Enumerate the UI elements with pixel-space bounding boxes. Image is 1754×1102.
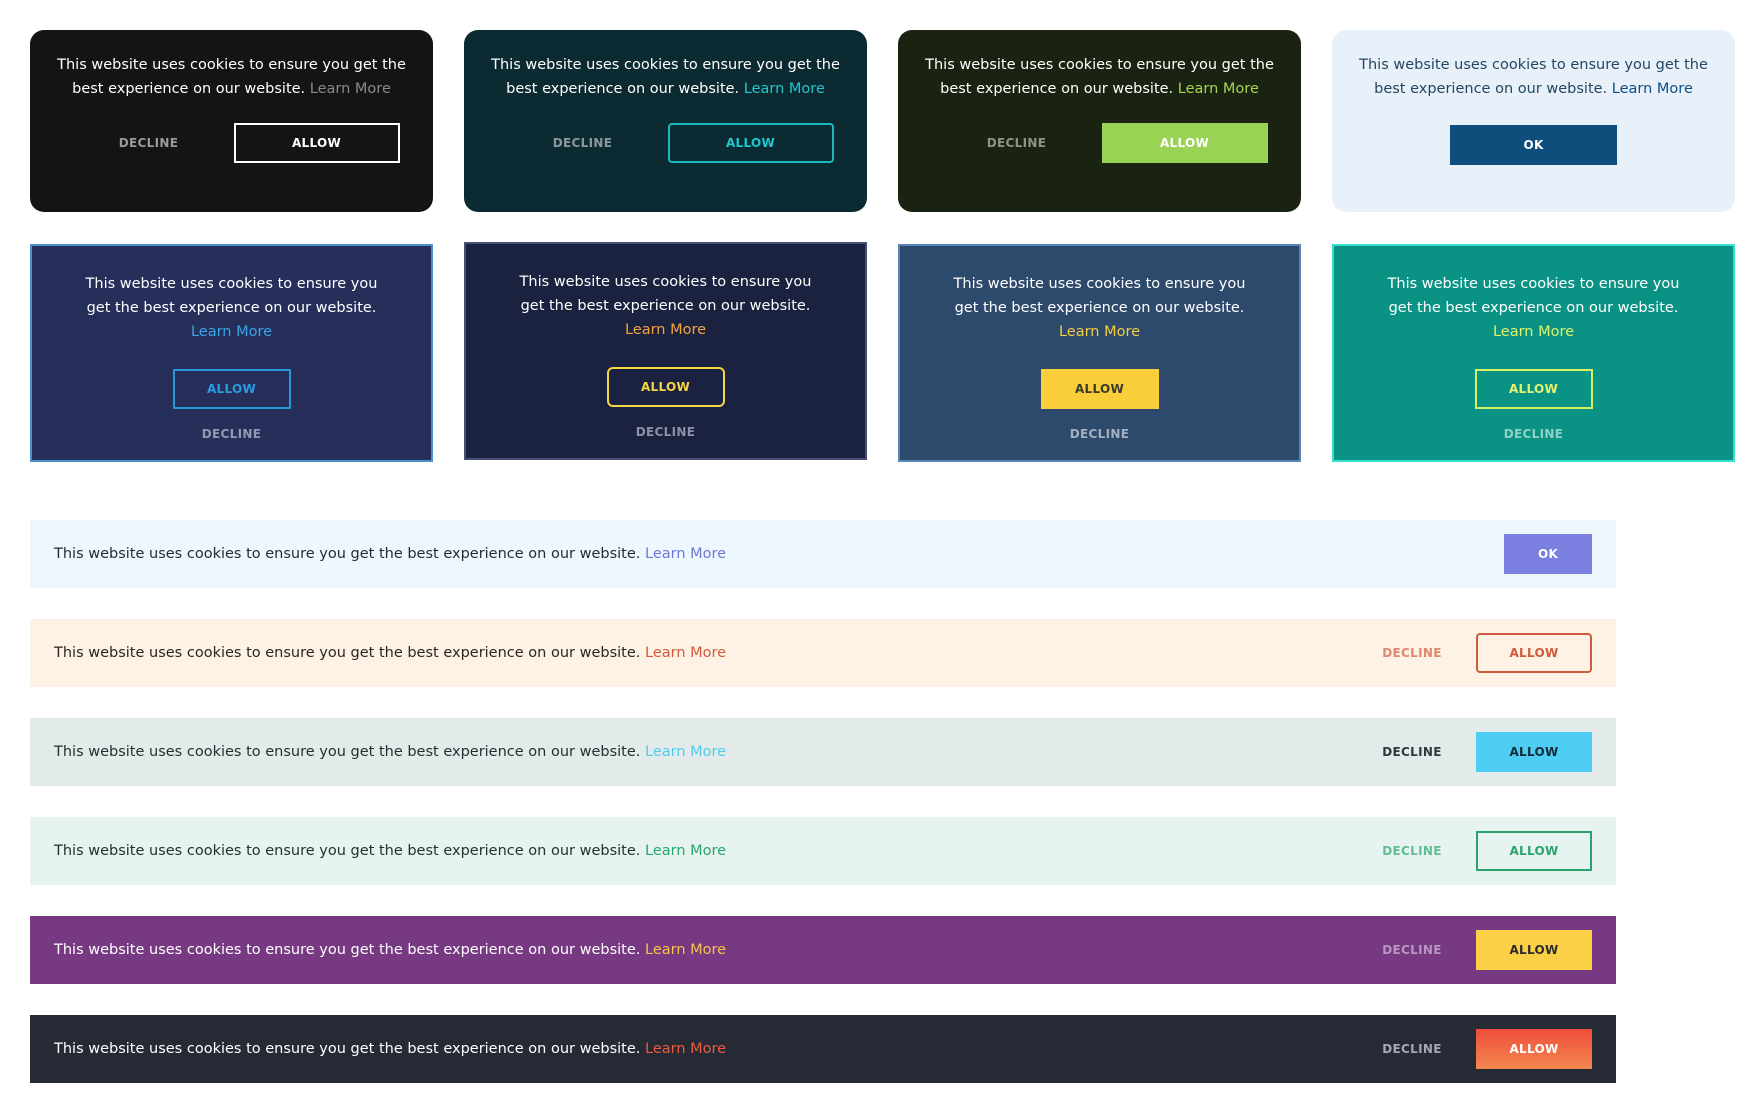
learn-more-link[interactable]: Learn More (1612, 81, 1693, 97)
decline-button[interactable]: DECLINE (1504, 426, 1563, 442)
cookie-banner-slate-blue: This website uses cookies to ensure you … (898, 244, 1301, 462)
cookie-banner-teal: This website uses cookies to ensure you … (1332, 244, 1735, 462)
cookie-message: This website uses cookies to ensure you … (54, 843, 727, 859)
allow-button[interactable]: ALLOW (233, 123, 400, 163)
allow-button[interactable]: ALLOW (1476, 732, 1592, 772)
allow-button[interactable]: ALLOW (1476, 633, 1592, 673)
learn-more-link[interactable]: Learn More (1493, 324, 1574, 340)
allow-button[interactable]: ALLOW (1101, 123, 1268, 163)
cookie-bar-mint: This website uses cookies to ensure you … (30, 817, 1616, 885)
learn-more-link[interactable]: Learn More (645, 744, 726, 760)
allow-button[interactable]: ALLOW (1476, 930, 1592, 970)
cookie-message: This website uses cookies to ensure you … (85, 276, 378, 340)
cookie-message: This website uses cookies to ensure you … (54, 645, 727, 661)
cookie-message: This website uses cookies to ensure you … (925, 57, 1274, 97)
allow-button[interactable]: ALLOW (667, 123, 834, 163)
cookie-bar-light-blue: This website uses cookies to ensure you … (30, 520, 1616, 588)
decline-button[interactable]: DECLINE (1070, 426, 1129, 442)
learn-more-link[interactable]: Learn More (310, 81, 391, 97)
decline-button[interactable]: DECLINE (1358, 1029, 1466, 1069)
allow-button[interactable]: ALLOW (172, 369, 291, 409)
cookie-message: This website uses cookies to ensure you … (57, 57, 406, 97)
learn-more-link[interactable]: Learn More (744, 81, 825, 97)
cookie-bar-gray: This website uses cookies to ensure you … (30, 718, 1616, 786)
decline-button[interactable]: DECLINE (1358, 831, 1466, 871)
cookie-bar-cream: This website uses cookies to ensure you … (30, 619, 1616, 687)
cookie-bar-purple: This website uses cookies to ensure you … (30, 916, 1616, 984)
cookie-message: This website uses cookies to ensure you … (54, 1041, 727, 1057)
cookie-banner-black: This website uses cookies to ensure you … (30, 30, 433, 212)
cookie-message: This website uses cookies to ensure you … (54, 744, 727, 760)
decline-button[interactable]: DECLINE (498, 123, 668, 163)
decline-button[interactable]: DECLINE (636, 424, 695, 440)
cookie-banner-dark-teal: This website uses cookies to ensure you … (464, 30, 867, 212)
ok-button[interactable]: OK (1450, 125, 1617, 165)
learn-more-link[interactable]: Learn More (645, 843, 726, 859)
cookie-bar-charcoal: This website uses cookies to ensure you … (30, 1015, 1616, 1083)
allow-button[interactable]: ALLOW (1476, 1029, 1592, 1069)
cookie-message: This website uses cookies to ensure you … (1359, 57, 1708, 97)
ok-button[interactable]: OK (1504, 534, 1592, 574)
learn-more-link[interactable]: Learn More (625, 322, 706, 338)
cookie-message: This website uses cookies to ensure you … (519, 274, 812, 338)
learn-more-link[interactable]: Learn More (1178, 81, 1259, 97)
cookie-message: This website uses cookies to ensure you … (953, 276, 1246, 340)
decline-button[interactable]: DECLINE (1358, 930, 1466, 970)
learn-more-link[interactable]: Learn More (645, 546, 726, 562)
cookie-banner-dark-green: This website uses cookies to ensure you … (898, 30, 1301, 212)
cookie-banner-navy: This website uses cookies to ensure you … (464, 242, 867, 460)
cookie-message: This website uses cookies to ensure you … (1387, 276, 1680, 340)
cookie-message: This website uses cookies to ensure you … (491, 57, 840, 97)
cookie-message: This website uses cookies to ensure you … (54, 546, 727, 562)
decline-button[interactable]: DECLINE (1358, 732, 1466, 772)
decline-button[interactable]: DECLINE (64, 123, 234, 163)
decline-button[interactable]: DECLINE (1358, 633, 1466, 673)
decline-button[interactable]: DECLINE (202, 426, 261, 442)
learn-more-link[interactable]: Learn More (645, 1041, 726, 1057)
learn-more-link[interactable]: Learn More (191, 324, 272, 340)
allow-button[interactable]: ALLOW (1476, 831, 1592, 871)
allow-button[interactable]: ALLOW (1474, 369, 1593, 409)
learn-more-link[interactable]: Learn More (645, 645, 726, 661)
learn-more-link[interactable]: Learn More (645, 942, 726, 958)
allow-button[interactable]: ALLOW (1040, 369, 1159, 409)
learn-more-link[interactable]: Learn More (1059, 324, 1140, 340)
allow-button[interactable]: ALLOW (606, 367, 725, 407)
decline-button[interactable]: DECLINE (932, 123, 1102, 163)
cookie-banner-light-blue: This website uses cookies to ensure you … (1332, 30, 1735, 212)
cookie-banner-indigo: This website uses cookies to ensure you … (30, 244, 433, 462)
cookie-message: This website uses cookies to ensure you … (54, 942, 727, 958)
